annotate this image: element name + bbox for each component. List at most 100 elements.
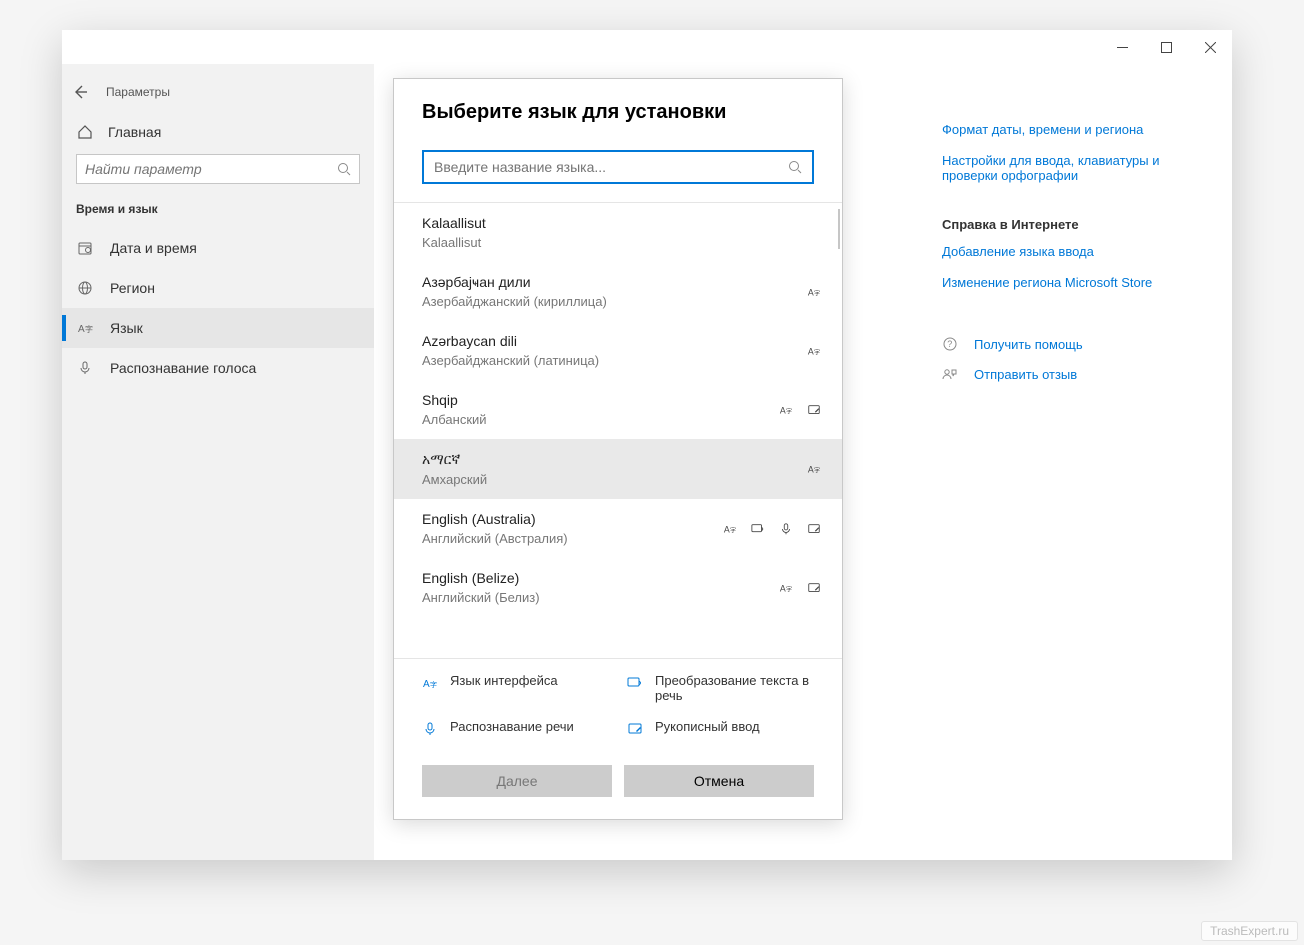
back-button[interactable] [62, 74, 98, 110]
svg-text:字: 字 [786, 407, 792, 415]
legend-speech: Распознавание речи [450, 719, 574, 734]
sidebar-item-speech[interactable]: Распознавание голоса [62, 348, 374, 388]
feature-legend: A字 Язык интерфейса Преобразование текста… [394, 658, 842, 751]
home-icon [76, 124, 94, 140]
sidebar-home[interactable]: Главная [62, 116, 374, 154]
legend-handwriting: Рукописный ввод [655, 719, 760, 734]
close-button[interactable] [1188, 32, 1232, 62]
svg-text:字: 字 [430, 680, 437, 689]
svg-text:A: A [808, 287, 814, 297]
link-input-settings[interactable]: Настройки для ввода, клавиатуры и провер… [942, 153, 1202, 183]
language-native-name: English (Belize) [422, 570, 778, 586]
send-feedback-label: Отправить отзыв [974, 367, 1077, 382]
feature-icons: A字 [806, 343, 822, 359]
svg-text:A: A [724, 524, 730, 534]
next-button[interactable]: Далее [422, 765, 612, 797]
svg-text:字: 字 [814, 348, 820, 356]
language-localized-name: Амхарский [422, 472, 806, 487]
language-localized-name: Азербайджанский (кириллица) [422, 294, 806, 309]
link-date-format[interactable]: Формат даты, времени и региона [942, 122, 1202, 137]
display-icon: A字 [778, 580, 794, 596]
feature-icons: A字 [806, 284, 822, 300]
sidebar-item-label: Дата и время [110, 240, 197, 256]
language-localized-name: Английский (Белиз) [422, 590, 778, 605]
language-localized-name: Албанский [422, 412, 778, 427]
globe-icon [76, 280, 94, 296]
help-web-title: Справка в Интернете [942, 217, 1202, 232]
legend-tts: Преобразование текста в речь [655, 673, 814, 703]
handwriting-icon [806, 402, 822, 418]
window-titlebar [62, 30, 1232, 64]
language-native-name: Kalaallisut [422, 215, 822, 231]
tts-icon [627, 675, 647, 691]
cancel-button[interactable]: Отмена [624, 765, 814, 797]
sidebar: Параметры Главная Время и язык Дата [62, 64, 374, 860]
clock-icon [76, 240, 94, 256]
sidebar-search[interactable] [76, 154, 360, 184]
svg-text:字: 字 [730, 526, 736, 534]
home-label: Главная [108, 124, 161, 140]
svg-text:?: ? [947, 339, 952, 349]
legend-display: Язык интерфейса [450, 673, 558, 688]
search-input[interactable] [85, 161, 337, 177]
language-item[interactable]: English (Australia)Английский (Австралия… [394, 499, 842, 558]
svg-text:字: 字 [814, 289, 820, 297]
svg-text:A: A [780, 583, 786, 593]
language-item[interactable]: Азәрбајҹан дили Азербайджанский (кириллиц… [394, 262, 842, 321]
feature-icons: A字 [778, 402, 822, 418]
language-item[interactable]: English (Belize) Английский (Белиз)A字 [394, 558, 842, 617]
svg-text:A: A [808, 465, 814, 475]
svg-text:A: A [808, 346, 814, 356]
feature-icons: A字 [778, 580, 822, 596]
language-localized-name: Английский (Австралия) [422, 531, 722, 546]
dialog-search[interactable] [422, 150, 814, 184]
svg-text:字: 字 [786, 585, 792, 593]
feature-icons: A字 [806, 461, 822, 477]
sidebar-item-label: Язык [110, 320, 143, 336]
maximize-button[interactable] [1144, 32, 1188, 62]
svg-text:字: 字 [814, 467, 820, 475]
handwriting-icon [627, 721, 647, 737]
svg-text:字: 字 [85, 324, 93, 334]
svg-text:A: A [780, 405, 786, 415]
get-help[interactable]: ? Получить помощь [942, 336, 1202, 352]
language-native-name: Azərbaycan dili [422, 333, 806, 349]
sidebar-item-region[interactable]: Регион [62, 268, 374, 308]
language-list[interactable]: Kalaallisut Kalaallisut Азәрбајҹан дили Азе… [394, 202, 842, 658]
watermark: TrashExpert.ru [1201, 921, 1298, 941]
scrollbar[interactable] [838, 209, 840, 249]
svg-text:A: A [423, 679, 430, 690]
sidebar-item-label: Регион [110, 280, 155, 296]
language-localized-name: Азербайджанский (латиница) [422, 353, 806, 368]
speech-icon [778, 521, 794, 537]
get-help-label: Получить помощь [974, 337, 1083, 352]
svg-text:A: A [78, 324, 85, 335]
display-icon: A字 [806, 284, 822, 300]
help-icon: ? [942, 336, 962, 352]
microphone-icon [76, 360, 94, 376]
send-feedback[interactable]: Отправить отзыв [942, 366, 1202, 382]
display-icon: A字 [722, 521, 738, 537]
link-change-store-region[interactable]: Изменение региона Microsoft Store [942, 275, 1202, 290]
sidebar-section-title: Время и язык [62, 202, 374, 228]
feedback-icon [942, 366, 962, 382]
language-item[interactable]: አማርኛ АмхарскийA字 [394, 439, 842, 499]
language-item[interactable]: Azərbaycan dili Азербайджанский (латиница… [394, 321, 842, 380]
language-item[interactable]: ShqipАлбанскийA字 [394, 380, 842, 439]
display-icon: A字 [806, 461, 822, 477]
language-localized-name: Kalaallisut [422, 235, 822, 250]
minimize-button[interactable] [1100, 32, 1144, 62]
link-add-input-language[interactable]: Добавление языка ввода [942, 244, 1202, 259]
handwriting-icon [806, 580, 822, 596]
display-icon: A字 [806, 343, 822, 359]
language-icon: A字 [76, 320, 94, 336]
sidebar-item-language[interactable]: A字 Язык [62, 308, 374, 348]
language-native-name: Азәрбајҹан дили [422, 274, 806, 290]
language-item[interactable]: Kalaallisut Kalaallisut [394, 203, 842, 262]
display-icon: A字 [778, 402, 794, 418]
sidebar-item-label: Распознавание голоса [110, 360, 256, 376]
sidebar-item-datetime[interactable]: Дата и время [62, 228, 374, 268]
language-native-name: አማርኛ [422, 451, 806, 468]
dialog-search-input[interactable] [434, 159, 788, 175]
tts-icon [750, 521, 766, 537]
